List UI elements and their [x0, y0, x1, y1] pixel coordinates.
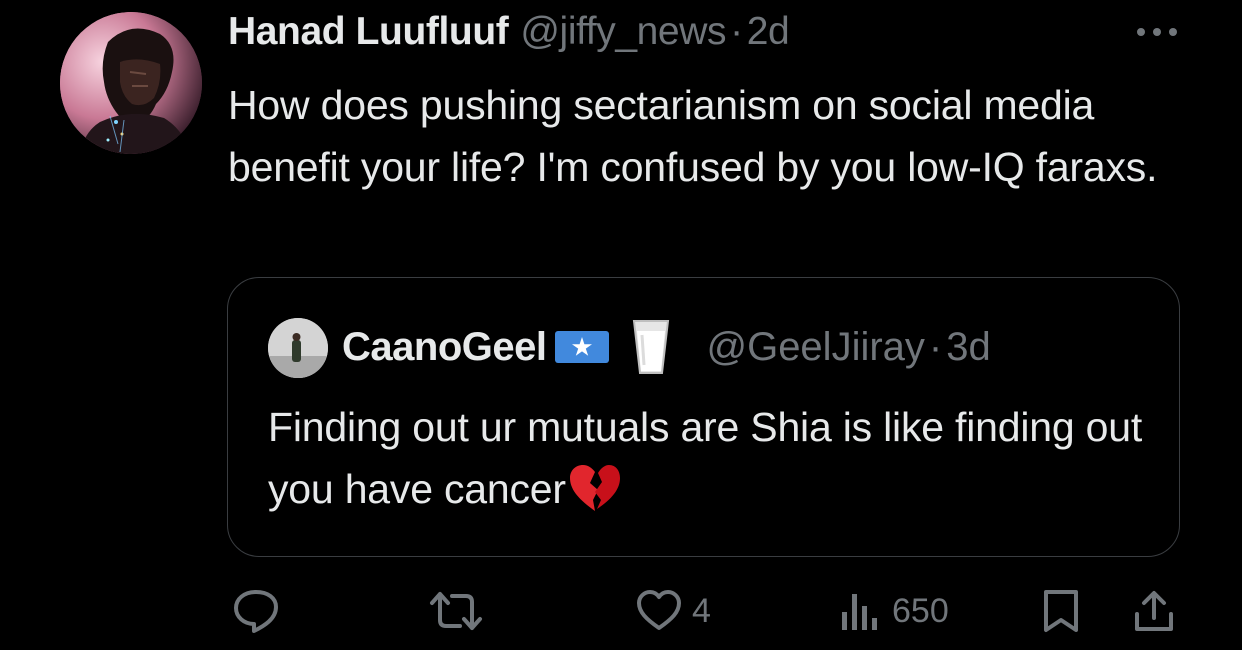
bookmark-button[interactable] — [1040, 588, 1082, 634]
broken-heart-icon — [568, 463, 622, 513]
avatar-portrait-icon — [60, 12, 202, 154]
quoted-header-separator: · — [928, 324, 943, 369]
views-chart-icon — [842, 594, 877, 630]
more-dots-icon — [1137, 28, 1177, 36]
author-avatar[interactable] — [60, 12, 202, 154]
quoted-tweet-card[interactable]: CaanoGeel @GeelJiiray · 3d Finding out u… — [227, 277, 1180, 557]
quoted-author-avatar[interactable] — [268, 318, 328, 378]
author-name[interactable]: Hanad Luufluuf — [228, 10, 509, 54]
reply-button[interactable] — [232, 588, 290, 634]
share-icon — [1135, 591, 1173, 631]
tweet-header: Hanad Luufluuf @jiffy_news · 2d — [228, 10, 790, 60]
header-separator: · — [730, 10, 743, 53]
quoted-tweet-age[interactable]: 3d — [946, 325, 991, 370]
quoted-author-handle[interactable]: @GeelJiiray — [706, 325, 924, 370]
somalia-flag-icon — [554, 329, 610, 365]
heart-icon — [637, 590, 681, 630]
reply-icon — [234, 590, 278, 633]
like-button[interactable]: 4 — [636, 588, 711, 634]
milk-glass-icon — [628, 317, 674, 377]
views-count: 650 — [892, 591, 949, 630]
retweet-button[interactable] — [428, 588, 494, 634]
like-count: 4 — [692, 591, 711, 630]
tweet-text: How does pushing sectarianism on social … — [228, 82, 1158, 190]
more-options-button[interactable] — [1134, 16, 1180, 46]
avatar-figure-icon — [268, 318, 328, 378]
quoted-author-name[interactable]: CaanoGeel — [342, 325, 547, 370]
share-button[interactable] — [1132, 588, 1176, 634]
retweet-icon — [430, 592, 482, 630]
tweet-age[interactable]: 2d — [747, 10, 790, 54]
author-handle[interactable]: @jiffy_news — [520, 10, 726, 54]
bookmark-icon — [1044, 590, 1078, 632]
views-button[interactable]: 650 — [838, 588, 949, 634]
quoted-tweet-text-block: Finding out ur mutuals are Shia is like … — [268, 396, 1148, 520]
quoted-tweet-text: Finding out ur mutuals are Shia is like … — [268, 404, 1143, 512]
quoted-tweet-header: CaanoGeel @GeelJiiray · 3d — [342, 320, 991, 374]
